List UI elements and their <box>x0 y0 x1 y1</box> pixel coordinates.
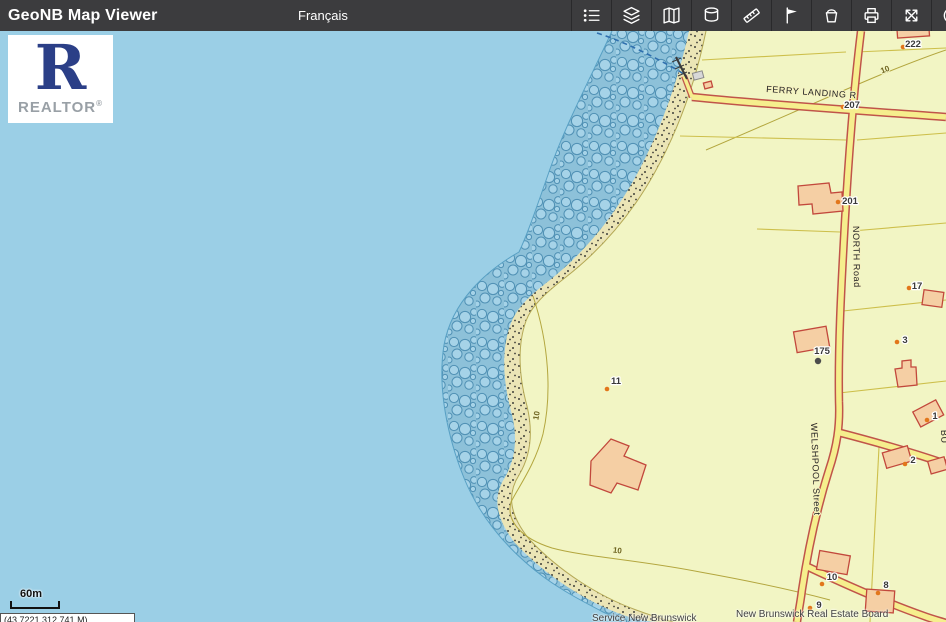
layers-tool-button[interactable] <box>611 0 651 31</box>
share-tool-button[interactable] <box>891 0 931 31</box>
geonb-map-viewer: 222 207 201 17 3 175 11 1 2 10 8 9 FERRY… <box>0 0 946 622</box>
share-icon <box>902 6 921 25</box>
contour-label: 10 <box>612 545 623 555</box>
street-label-partial: BU <box>939 430 946 444</box>
attribution-right: New Brunswick Real Estate Board <box>736 609 888 620</box>
address-label: 207 <box>844 100 860 111</box>
help-tool-button[interactable] <box>931 0 946 31</box>
app-title: GeoNB Map Viewer <box>8 7 158 25</box>
scale-label: 60m <box>20 588 60 600</box>
toolbar <box>571 0 946 31</box>
address-label: 10 <box>827 572 838 583</box>
legend-icon <box>582 6 601 25</box>
map-canvas[interactable]: 222 207 201 17 3 175 11 1 2 10 8 9 FERRY… <box>0 0 946 622</box>
identify-icon <box>702 6 721 25</box>
help-icon <box>942 6 946 25</box>
identify-tool-button[interactable] <box>691 0 731 31</box>
draw-tool-button[interactable] <box>771 0 811 31</box>
legend-tool-button[interactable] <box>571 0 611 31</box>
layers-icon <box>622 6 641 25</box>
address-label: 175 <box>814 346 831 357</box>
building <box>922 290 944 308</box>
measure-icon <box>742 6 761 25</box>
address-label: 1 <box>932 411 938 422</box>
coordinate-readout: (43.7221 312 741 M) <box>0 613 135 622</box>
address-label: 3 <box>902 335 907 346</box>
registered-mark: ® <box>96 99 103 108</box>
measure-tool-button[interactable] <box>731 0 771 31</box>
address-label: 8 <box>883 580 888 591</box>
realtor-wordmark: REALTOR <box>18 99 96 116</box>
header-bar: GeoNB Map Viewer Français <box>0 0 946 31</box>
attribution-left: Service New Brunswick <box>592 613 696 622</box>
road-label-north-road: NORTH Road <box>851 226 862 288</box>
export-icon <box>822 6 841 25</box>
basemap-tool-button[interactable] <box>651 0 691 31</box>
basemap-icon <box>662 6 681 25</box>
language-link[interactable]: Français <box>298 0 348 31</box>
print-icon <box>862 6 881 25</box>
scale-bracket <box>10 601 60 609</box>
address-label: 17 <box>912 281 923 292</box>
realtor-logo: R REALTOR® <box>8 35 113 123</box>
realtor-r-glyph: R <box>8 37 113 99</box>
scale-bar: 60m <box>10 588 60 609</box>
address-label: 11 <box>611 376 622 387</box>
print-tool-button[interactable] <box>851 0 891 31</box>
draw-icon <box>782 6 801 25</box>
address-label: 2 <box>910 455 915 466</box>
export-tool-button[interactable] <box>811 0 851 31</box>
address-label: 222 <box>905 39 921 50</box>
address-label: 201 <box>842 196 859 207</box>
